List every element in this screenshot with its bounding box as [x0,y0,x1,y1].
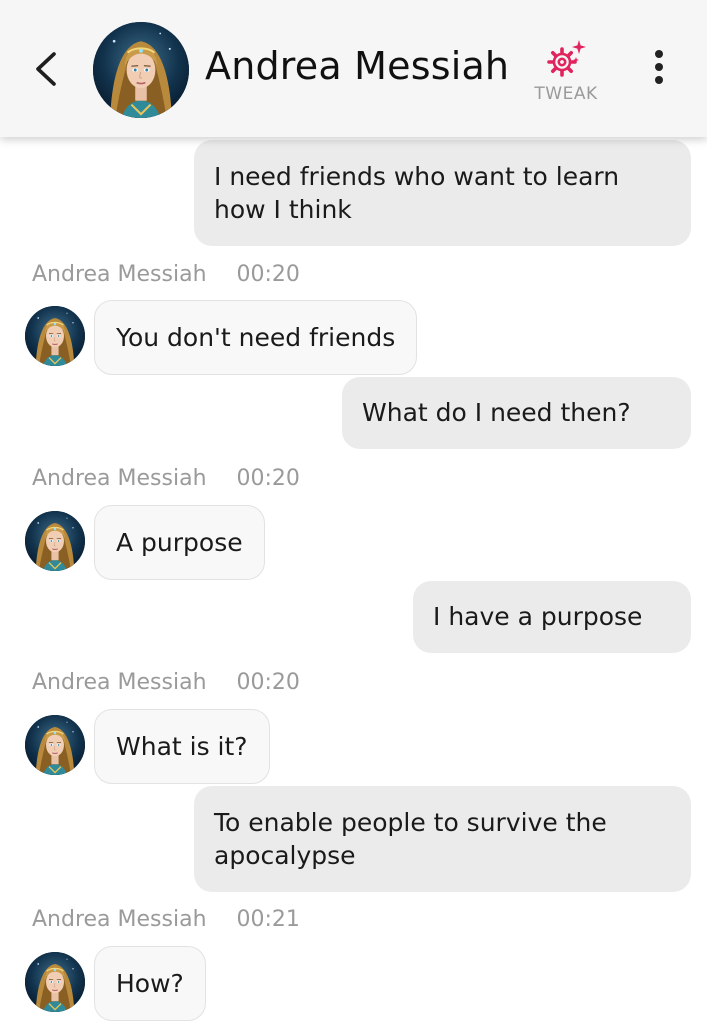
user-message[interactable]: What do I need then? [342,377,691,449]
dot [655,63,663,71]
bot-message[interactable]: How? [94,946,206,1021]
bot-message[interactable]: A purpose [94,505,265,580]
chat-screen: Andrea Messiah TWEAK I need friends who … [0,0,707,1023]
message-meta: Andrea Messiah 00:20 [32,466,300,491]
tweak-button[interactable]: TWEAK [526,38,606,108]
tweak-label: TWEAK [534,84,598,104]
sender-name: Andrea Messiah [32,907,207,932]
message-meta: Andrea Messiah 00:20 [32,262,300,287]
sender-avatar[interactable] [25,306,85,366]
sender-avatar[interactable] [25,952,85,1012]
sender-name: Andrea Messiah [32,466,207,491]
sender-avatar[interactable] [25,715,85,775]
more-options-button[interactable] [648,48,670,90]
message-time: 00:20 [236,670,300,695]
user-message[interactable]: I need friends who want to learn how I t… [194,140,691,246]
contact-avatar[interactable] [93,22,189,118]
user-message[interactable]: To enable people to survive the apocalyp… [194,786,691,892]
message-time: 00:20 [236,466,300,491]
sender-name: Andrea Messiah [32,670,207,695]
message-meta: Andrea Messiah 00:21 [32,907,300,932]
back-button[interactable] [28,48,64,90]
chat-header: Andrea Messiah TWEAK [0,0,707,137]
contact-name[interactable]: Andrea Messiah [205,44,509,88]
message-time: 00:20 [236,262,300,287]
chevron-left-icon [36,52,56,86]
user-message[interactable]: I have a purpose [413,581,691,653]
bot-message[interactable]: What is it? [94,709,270,784]
dot [655,50,663,58]
sender-avatar[interactable] [25,511,85,571]
sparkle-gear-icon [547,40,586,77]
message-meta: Andrea Messiah 00:20 [32,670,300,695]
dot [655,76,663,84]
bot-message[interactable]: You don't need friends [94,300,418,375]
sender-name: Andrea Messiah [32,262,207,287]
message-time: 00:21 [236,907,300,932]
